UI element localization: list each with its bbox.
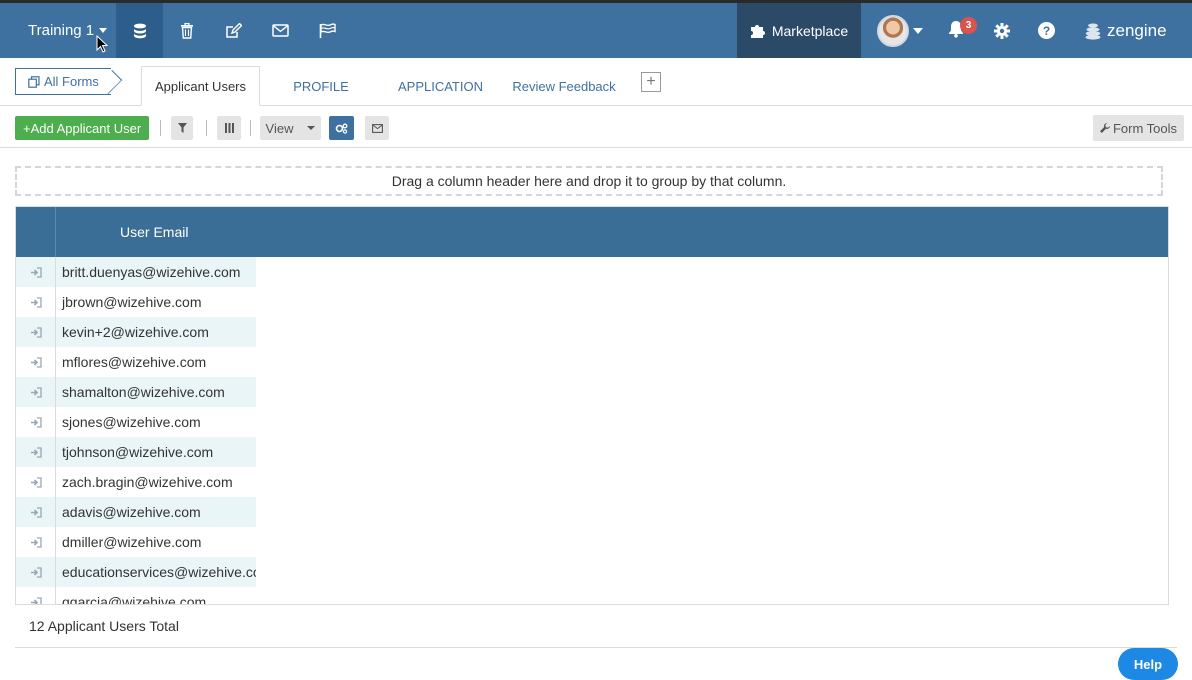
toolbar-divider xyxy=(160,120,161,136)
view-label: View xyxy=(265,120,294,136)
puzzle-icon xyxy=(750,25,765,38)
footer-divider xyxy=(15,647,1177,648)
table-row[interactable]: educationservices@wizehive.com xyxy=(16,557,1168,587)
grid-header: User Email xyxy=(16,207,1168,257)
all-forms-dropdown[interactable]: All Forms xyxy=(15,68,111,95)
table-row[interactable]: tjohnson@wizehive.com xyxy=(16,437,1168,467)
table-row[interactable]: shamalton@wizehive.com xyxy=(16,377,1168,407)
toolbar-divider xyxy=(206,120,207,136)
form-tabs: All Forms Applicant Users PROFILE APPLIC… xyxy=(0,58,1192,106)
copy-icon xyxy=(28,75,40,88)
help-button[interactable]: Help xyxy=(1118,648,1178,680)
form-tools-button[interactable]: Form Tools xyxy=(1093,115,1184,141)
tab-profile[interactable]: PROFILE xyxy=(280,66,362,106)
table-row[interactable]: dmiller@wizehive.com xyxy=(16,527,1168,557)
top-navbar: Training 1 Marketplace 3 ? zengine xyxy=(0,3,1192,58)
total-count: 12 Applicant Users Total xyxy=(29,618,179,634)
user-email-cell[interactable]: zach.bragin@wizehive.com xyxy=(56,467,256,497)
settings-cog-icon[interactable] xyxy=(329,116,354,140)
form-tools-label: Form Tools xyxy=(1112,120,1178,136)
user-email-cell[interactable]: adavis@wizehive.com xyxy=(56,497,256,527)
filter-icon[interactable] xyxy=(171,116,193,140)
zengine-logo-icon xyxy=(1085,23,1101,40)
view-dropdown[interactable]: View xyxy=(260,116,321,140)
gear-icon[interactable] xyxy=(993,22,1011,45)
brand-logo[interactable]: zengine xyxy=(1085,3,1167,58)
wrench-icon xyxy=(1099,123,1110,133)
open-record-icon[interactable] xyxy=(16,347,56,377)
workspace-name: Training 1 xyxy=(28,22,95,39)
user-email-cell[interactable]: jbrown@wizehive.com xyxy=(56,287,256,317)
user-email-cell[interactable]: mflores@wizehive.com xyxy=(56,347,256,377)
tab-application[interactable]: APPLICATION xyxy=(392,66,489,106)
mouse-cursor-icon xyxy=(96,34,109,58)
mail-icon[interactable] xyxy=(257,3,304,58)
table-row[interactable]: jbrown@wizehive.com xyxy=(16,287,1168,317)
user-email-cell[interactable]: sjones@wizehive.com xyxy=(56,407,256,437)
tab-applicant-users[interactable]: Applicant Users xyxy=(141,66,260,106)
table-row[interactable]: zach.bragin@wizehive.com xyxy=(16,467,1168,497)
user-email-cell[interactable]: educationservices@wizehive.com xyxy=(56,557,256,587)
open-record-icon[interactable] xyxy=(16,557,56,587)
open-record-icon[interactable] xyxy=(16,527,56,557)
user-email-cell[interactable]: britt.duenyas@wizehive.com xyxy=(56,257,256,287)
database-icon[interactable] xyxy=(116,3,163,58)
user-email-cell[interactable]: kevin+2@wizehive.com xyxy=(56,317,256,347)
table-row[interactable]: mflores@wizehive.com xyxy=(16,347,1168,377)
table-row[interactable]: britt.duenyas@wizehive.com xyxy=(16,257,1168,287)
grid-rows: britt.duenyas@wizehive.com jbrown@wizehiv… xyxy=(16,257,1168,604)
help-icon[interactable]: ? xyxy=(1038,22,1055,39)
open-record-icon[interactable] xyxy=(16,467,56,497)
tab-review-feedback[interactable]: Review Feedback xyxy=(506,66,622,106)
add-form-button[interactable]: + xyxy=(641,72,661,92)
chevron-down-icon xyxy=(307,126,316,130)
table-row[interactable]: adavis@wizehive.com xyxy=(16,497,1168,527)
user-email-cell[interactable]: tjohnson@wizehive.com xyxy=(56,437,256,467)
all-forms-label: All Forms xyxy=(44,74,99,89)
open-record-icon[interactable] xyxy=(16,377,56,407)
header-divider xyxy=(55,207,56,257)
marketplace-button[interactable]: Marketplace xyxy=(737,3,861,58)
add-applicant-user-button[interactable]: +Add Applicant User xyxy=(15,116,150,140)
user-email-cell[interactable]: shamalton@wizehive.com xyxy=(56,377,256,407)
open-record-icon[interactable] xyxy=(16,287,56,317)
chevron-down-icon xyxy=(99,28,108,33)
open-record-icon[interactable] xyxy=(16,257,56,287)
user-email-cell[interactable]: dmiller@wizehive.com xyxy=(56,527,256,557)
open-record-icon[interactable] xyxy=(16,407,56,437)
grid-toolbar: +Add Applicant User View Form Tools xyxy=(0,106,1192,148)
applicant-users-grid: User Email britt.duenyas@wizehive.com jbr… xyxy=(15,206,1169,605)
user-email-cell[interactable]: ggarcia@wizehive.com xyxy=(56,587,256,604)
chevron-down-icon xyxy=(102,79,111,84)
group-drop-zone[interactable]: Drag a column header here and drop it to… xyxy=(15,166,1163,196)
email-icon[interactable] xyxy=(365,116,389,140)
open-record-icon[interactable] xyxy=(16,437,56,467)
columns-icon[interactable] xyxy=(217,116,241,140)
edit-icon[interactable] xyxy=(210,3,257,58)
table-row[interactable]: kevin+2@wizehive.com xyxy=(16,317,1168,347)
marketplace-label: Marketplace xyxy=(771,22,849,39)
column-header-user-email[interactable]: User Email xyxy=(120,207,188,257)
open-record-icon[interactable] xyxy=(16,317,56,347)
trash-icon[interactable] xyxy=(163,3,210,58)
flag-icon[interactable] xyxy=(304,3,351,58)
avatar[interactable] xyxy=(877,15,909,47)
table-row[interactable]: sjones@wizehive.com xyxy=(16,407,1168,437)
open-record-icon[interactable] xyxy=(16,497,56,527)
notification-badge: 3 xyxy=(960,17,977,34)
chevron-down-icon[interactable] xyxy=(913,28,923,34)
toolbar-divider xyxy=(250,120,251,136)
brand-name: zengine xyxy=(1107,20,1167,40)
open-record-icon[interactable] xyxy=(16,587,56,604)
table-row[interactable]: ggarcia@wizehive.com xyxy=(16,587,1168,604)
